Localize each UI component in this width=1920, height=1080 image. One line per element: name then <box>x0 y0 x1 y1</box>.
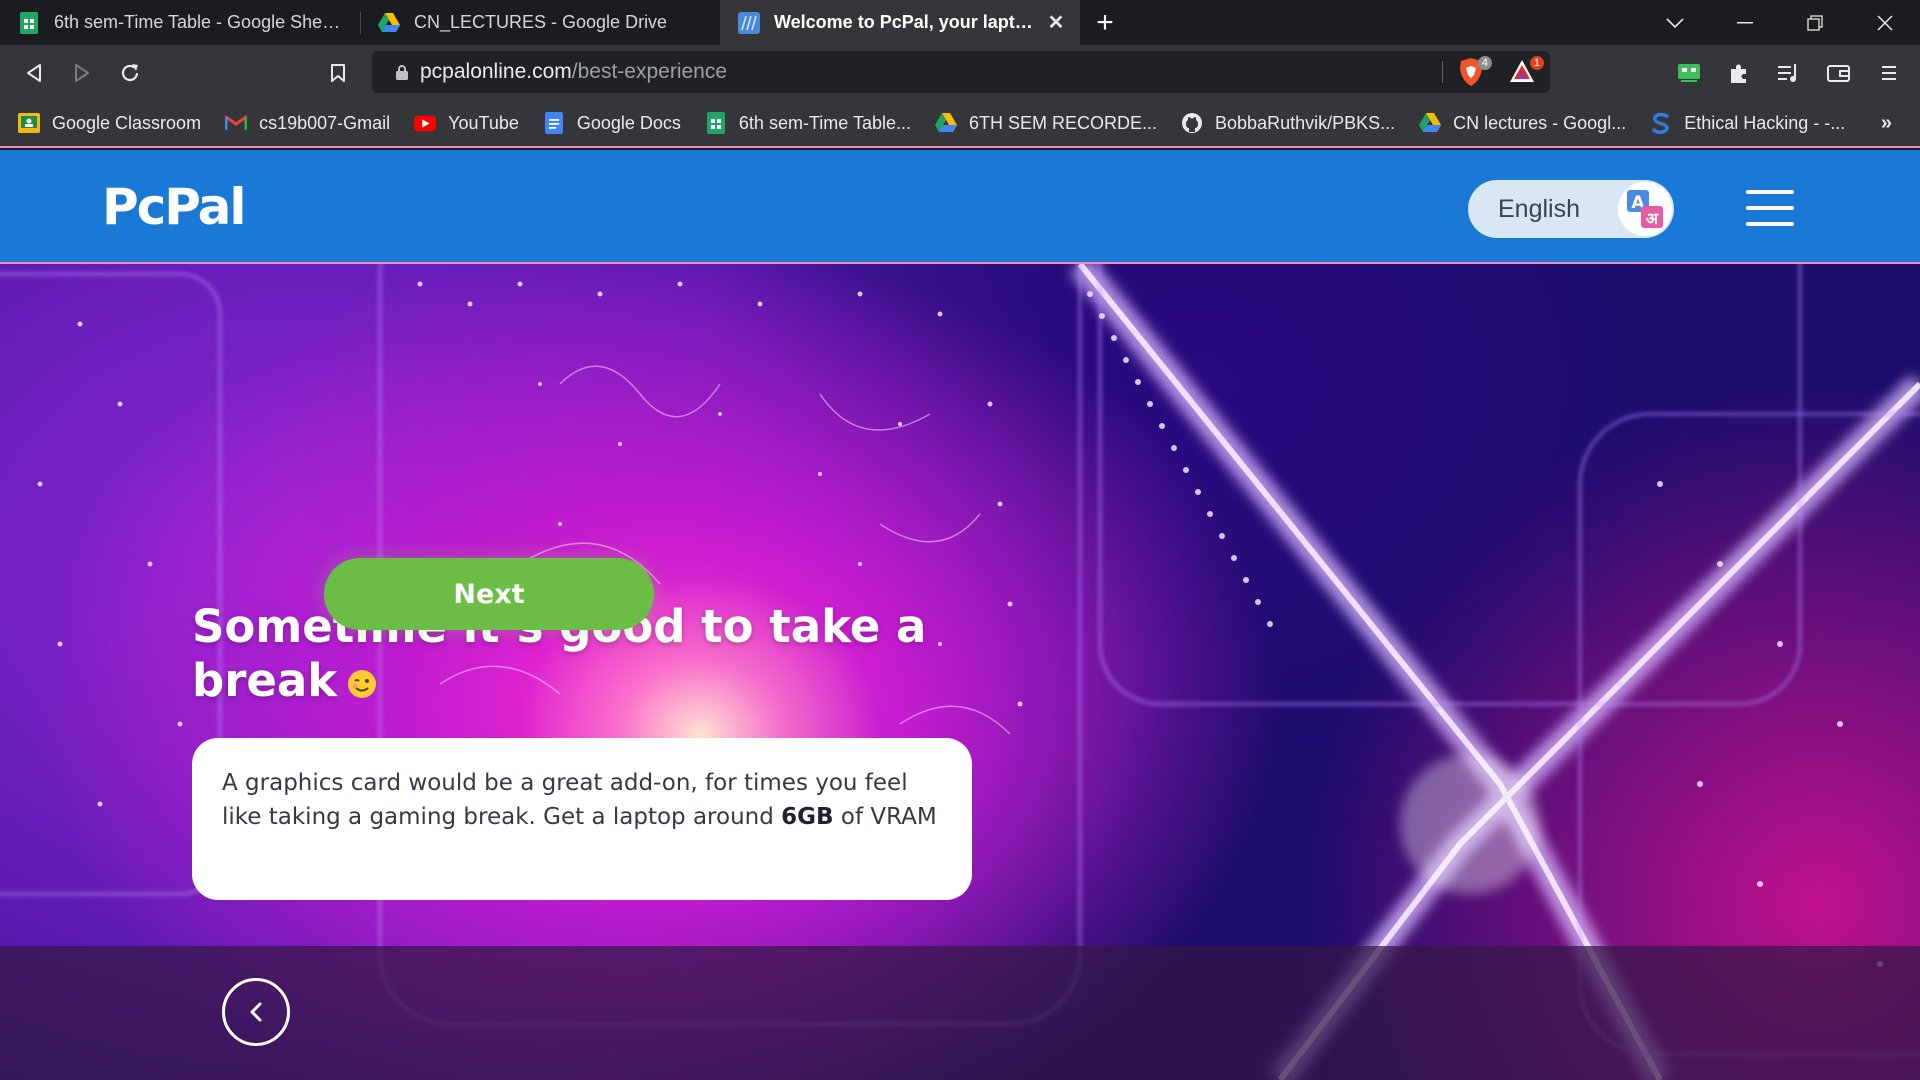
tab-title: Welcome to PcPal, your laptop bu <box>774 12 1038 32</box>
tab-title: 6th sem-Time Table - Google Sheets <box>54 12 346 32</box>
gmail-icon <box>225 112 248 134</box>
lock-icon[interactable] <box>384 64 420 80</box>
omnibox-divider <box>1442 61 1443 83</box>
github-icon <box>1181 112 1203 134</box>
extension-reader-icon[interactable] <box>1664 49 1714 97</box>
card-highlight-vram: 6GB <box>781 804 834 830</box>
google-drive-icon <box>1419 112 1442 134</box>
bookmark-label: YouTube <box>448 112 519 133</box>
url-text: pcpalonline.com/best-experience <box>420 60 727 84</box>
bookmark-label: 6TH SEM RECORDE... <box>969 112 1158 133</box>
url-path: /best-experience <box>571 60 728 83</box>
tab-search-chevron-icon[interactable] <box>1640 0 1710 45</box>
browser-toolbar: pcpalonline.com/best-experience 4 1 <box>0 45 1920 100</box>
address-bar[interactable]: pcpalonline.com/best-experience 4 1 <box>372 51 1550 93</box>
google-sheets-icon <box>18 11 40 34</box>
bookmark-ethical-hacking[interactable]: Ethical Hacking - -... <box>1650 112 1845 134</box>
minimize-icon[interactable] <box>1710 0 1780 45</box>
bookmark-label: Google Docs <box>576 112 681 133</box>
rewards-count-badge: 1 <box>1529 56 1544 70</box>
extensions-puzzle-icon[interactable] <box>1714 49 1764 97</box>
hamburger-menu-icon[interactable] <box>1746 190 1794 226</box>
bookmark-google-docs[interactable]: Google Docs <box>543 112 681 134</box>
bookmark-label: 6th sem-Time Table... <box>738 112 911 133</box>
bookmark-icon[interactable] <box>314 49 362 97</box>
close-tab-icon[interactable]: ✕ <box>1046 10 1066 35</box>
site-header: PcPal English A अ <box>0 150 1920 264</box>
close-window-icon[interactable] <box>1850 0 1920 45</box>
bookmark-label: Google Classroom <box>52 112 202 133</box>
pcpal-logo[interactable]: PcPal <box>102 178 246 236</box>
hero-section: Sometime it’s good to take a break A gra… <box>0 264 1920 1080</box>
bookmark-cn-lectures[interactable]: CN lectures - Googl... <box>1419 112 1626 134</box>
tab-title: CN_LECTURES - Google Drive <box>414 12 668 32</box>
bookmarks-bar: Google Classroom cs19b007-Gmail YouTube … <box>0 100 1920 148</box>
google-drive-icon <box>935 112 957 134</box>
bookmark-label: CN lectures - Googl... <box>1453 112 1627 133</box>
bookmark-label: cs19b007-Gmail <box>259 112 391 133</box>
wallet-icon[interactable] <box>1814 49 1864 97</box>
bookmark-youtube[interactable]: YouTube <box>414 112 519 134</box>
next-button[interactable]: Next <box>324 558 654 630</box>
language-label: English <box>1498 194 1580 223</box>
language-selector[interactable]: English A अ <box>1468 180 1674 238</box>
toolbar-extensions <box>1664 45 1920 100</box>
shield-count-badge: 4 <box>1477 56 1492 70</box>
bookmark-6th-sem-recorded[interactable]: 6TH SEM RECORDE... <box>935 112 1157 134</box>
svg-text:अ: अ <box>1646 209 1659 228</box>
card-text-end: of VRAM <box>833 804 937 830</box>
navigation-bar <box>0 946 1920 1080</box>
brave-shield-icon[interactable]: 4 <box>1458 56 1492 92</box>
bookmark-gmail[interactable]: cs19b007-Gmail <box>225 112 390 134</box>
google-classroom-icon <box>18 112 40 134</box>
bookmark-google-classroom[interactable]: Google Classroom <box>18 112 201 134</box>
pcpal-favicon <box>738 11 760 34</box>
google-drive-icon <box>378 12 400 34</box>
back-arrow-icon[interactable] <box>10 49 58 97</box>
winking-face-icon <box>347 657 377 711</box>
browser-tab-strip: 6th sem-Time Table - Google Sheets CN_LE… <box>0 0 1920 45</box>
google-docs-icon <box>543 112 565 134</box>
youtube-icon <box>414 112 437 134</box>
bookmark-timetable-sheet[interactable]: 6th sem-Time Table... <box>705 112 911 134</box>
forward-arrow-icon[interactable] <box>58 49 106 97</box>
bookmark-label: Ethical Hacking - -... <box>1684 112 1846 133</box>
info-card: A graphics card would be a great add-on,… <box>192 738 972 900</box>
media-queue-icon[interactable] <box>1764 49 1814 97</box>
restore-icon[interactable] <box>1780 0 1850 45</box>
tab-google-sheets[interactable]: 6th sem-Time Table - Google Sheets <box>0 0 360 45</box>
bookmarks-overflow-icon[interactable]: » <box>1881 112 1892 135</box>
reload-icon[interactable] <box>106 49 154 97</box>
url-domain: pcpalonline.com <box>420 60 572 83</box>
bookmark-github-repo[interactable]: BobbaRuthvik/PBKS... <box>1181 112 1395 134</box>
tab-pcpal-active[interactable]: Welcome to PcPal, your laptop bu ✕ <box>720 0 1080 45</box>
window-controls <box>1640 0 1920 45</box>
menu-icon[interactable] <box>1864 49 1914 97</box>
site-s-icon <box>1650 112 1672 134</box>
bookmark-label: BobbaRuthvik/PBKS... <box>1215 112 1396 133</box>
tab-google-drive[interactable]: CN_LECTURES - Google Drive <box>360 0 720 45</box>
new-tab-button[interactable]: + <box>1080 0 1130 45</box>
previous-button[interactable] <box>222 978 290 1046</box>
chevron-left-icon <box>250 1002 262 1022</box>
brave-rewards-icon[interactable]: 1 <box>1508 56 1544 90</box>
google-sheets-icon <box>705 112 727 134</box>
translate-icon: A अ <box>1618 182 1672 236</box>
